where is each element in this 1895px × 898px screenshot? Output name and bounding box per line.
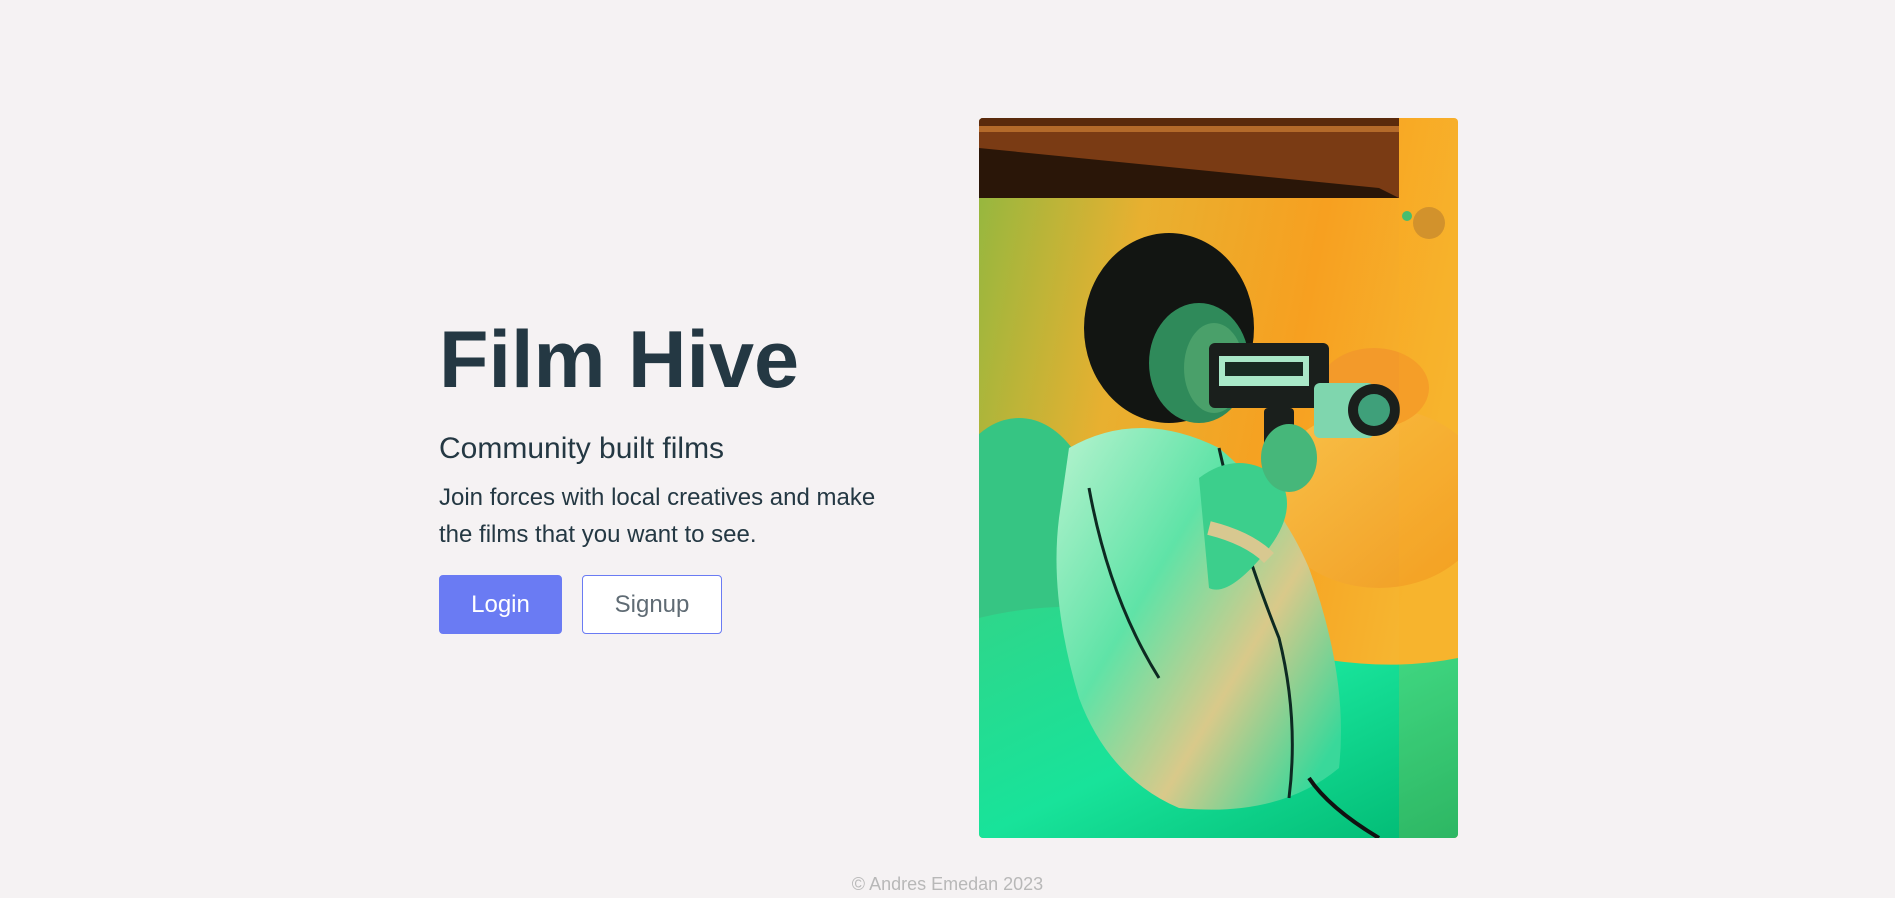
app-description: Join forces with local creatives and mak…: [439, 484, 876, 548]
login-button[interactable]: Login: [439, 575, 562, 634]
app-title: Film Hive: [439, 315, 800, 405]
hero-image: [979, 118, 1458, 838]
app-subtitle: Community built films: [439, 432, 725, 465]
auth-buttons: Login Signup: [439, 575, 919, 634]
footer-copyright: © Andres Emedan 2023: [851, 874, 1044, 894]
hero-section: Film Hive Community built films Join for…: [439, 320, 919, 634]
signup-button[interactable]: Signup: [582, 575, 722, 634]
